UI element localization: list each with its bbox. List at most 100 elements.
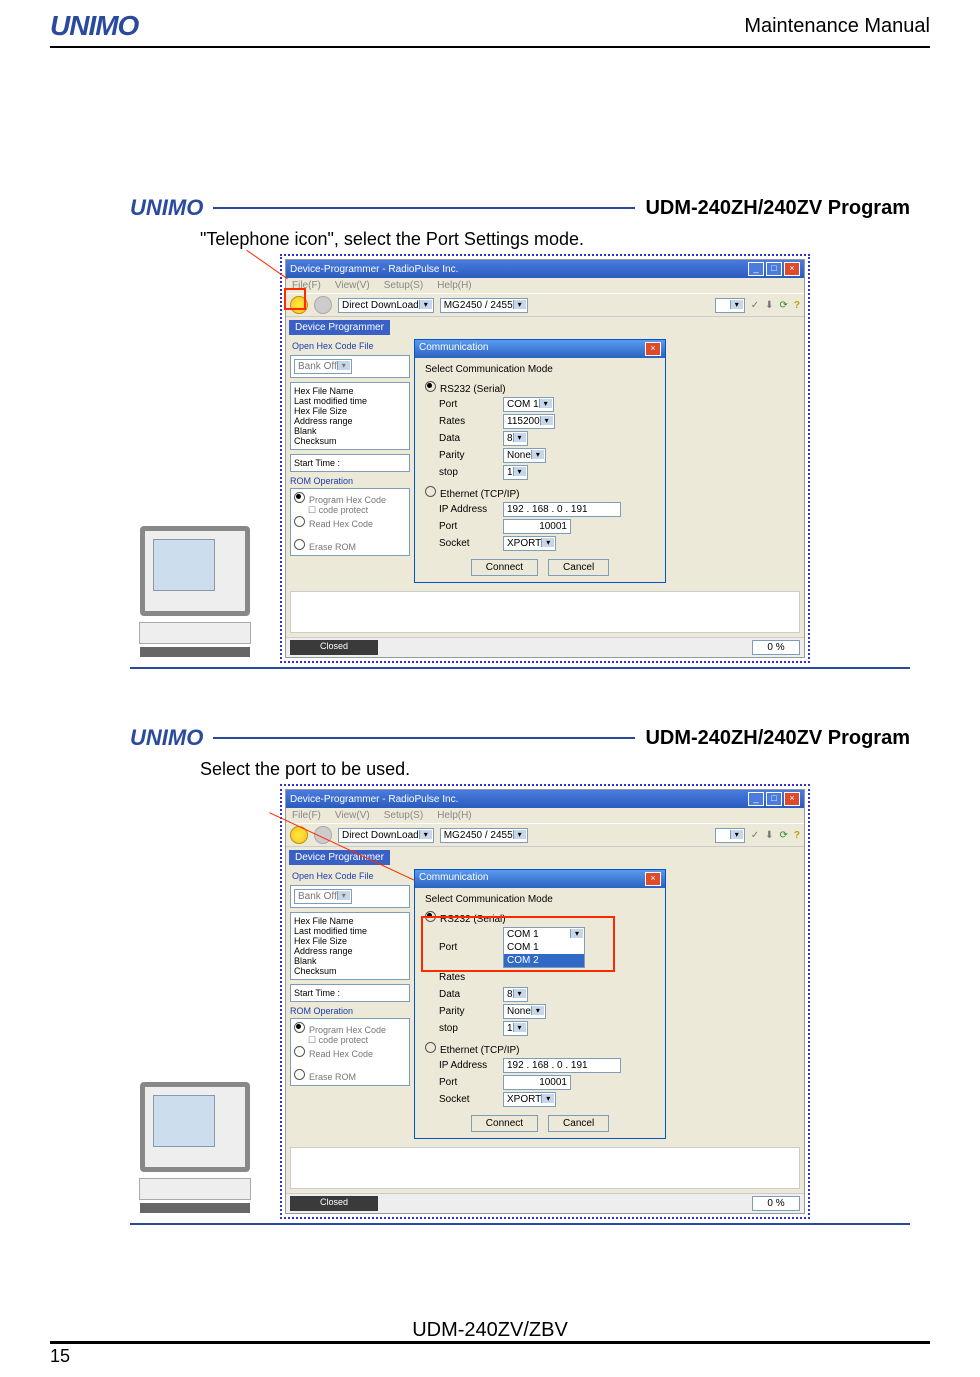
rom-read-2[interactable]: Read Hex Code <box>294 1046 406 1059</box>
eth-radio-2[interactable]: Ethernet (TCP/IP) <box>425 1042 655 1056</box>
ip-input[interactable]: 192 . 168 . 0 . 191 <box>503 502 621 517</box>
rom-erase[interactable]: Erase ROM <box>294 539 406 552</box>
computer-icon <box>130 526 260 657</box>
log-area <box>290 591 800 633</box>
close-button[interactable]: × <box>784 262 800 276</box>
info-blank-2: Blank <box>294 956 406 966</box>
toolbar-check-icon-2[interactable]: ✓ <box>751 830 759 841</box>
comm-title-text-2: Communication <box>419 872 488 886</box>
socket-select-2[interactable]: XPORT <box>503 1092 556 1107</box>
socket-select[interactable]: XPORT <box>503 536 556 551</box>
cancel-button-2[interactable]: Cancel <box>548 1115 609 1132</box>
comm-titlebar-2[interactable]: Communication × <box>415 870 665 888</box>
menu-help[interactable]: Help(H) <box>437 280 471 291</box>
panel-2: UNIMO UDM-240ZH/240ZV Program Select the… <box>130 725 910 1225</box>
menu-file-2[interactable]: File(F) <box>292 810 321 821</box>
rates-select[interactable]: 115200 <box>503 414 555 429</box>
lbl-stop-2: stop <box>439 1023 495 1034</box>
blank-select[interactable] <box>715 298 745 313</box>
tab-device-programmer[interactable]: Device Programmer <box>289 320 390 335</box>
menu-setup[interactable]: Setup(S) <box>384 280 423 291</box>
comm-dialog-2: Communication × Select Communication Mod… <box>414 869 666 1139</box>
status-percent: 0 % <box>752 640 800 655</box>
titlebar-2[interactable]: Device-Programmer - RadioPulse Inc. _ □ … <box>286 790 804 808</box>
toolbar-down-icon[interactable]: ⬇ <box>765 300 773 311</box>
parity-select[interactable]: None <box>503 448 546 463</box>
rom-code-protect-2[interactable]: ☐ code protect <box>308 1035 406 1046</box>
port-select[interactable]: COM 1 <box>503 397 554 412</box>
data-select-2[interactable]: 8 <box>503 987 528 1002</box>
monitor-icon-2 <box>140 1082 250 1172</box>
status-bar: Closed 0 % <box>286 637 804 657</box>
blank-select-2[interactable] <box>715 828 745 843</box>
serial-radio[interactable]: RS232 (Serial) <box>425 381 655 395</box>
screenshot-frame-1: Device-Programmer - RadioPulse Inc. _ □ … <box>280 254 810 663</box>
mode-select[interactable]: Direct DownLoad <box>338 298 434 313</box>
rom-program[interactable]: Program Hex Code <box>294 492 406 505</box>
chip-select-2[interactable]: MG2450 / 2455 <box>440 828 528 843</box>
toolbar-refresh-icon-2[interactable]: ⟳ <box>780 830 788 841</box>
panel-1: UNIMO UDM-240ZH/240ZV Program "Telephone… <box>130 195 910 669</box>
data-select[interactable]: 8 <box>503 431 528 446</box>
toolbar-help-icon[interactable]: ? <box>794 300 800 311</box>
menu-setup-2[interactable]: Setup(S) <box>384 810 423 821</box>
app-window-2: Device-Programmer - RadioPulse Inc. _ □ … <box>285 789 805 1214</box>
toolbar-check-icon[interactable]: ✓ <box>751 300 759 311</box>
eport-input-2[interactable]: 10001 <box>503 1075 571 1090</box>
bank-off-select[interactable]: Bank Off <box>290 355 410 378</box>
rom-program-2[interactable]: Program Hex Code <box>294 1022 406 1035</box>
open-hex-link-2[interactable]: Open Hex Code File <box>292 871 374 881</box>
eport-input[interactable]: 10001 <box>503 519 571 534</box>
cancel-button[interactable]: Cancel <box>548 559 609 576</box>
rom-read[interactable]: Read Hex Code <box>294 516 406 529</box>
minimize-button-2[interactable]: _ <box>748 792 764 806</box>
stop-select-2[interactable]: 1 <box>503 1021 528 1036</box>
close-button-2[interactable]: × <box>784 792 800 806</box>
menu-view[interactable]: View(V) <box>335 280 370 291</box>
titlebar[interactable]: Device-Programmer - RadioPulse Inc. _ □ … <box>286 260 804 278</box>
lbl-parity-2: Parity <box>439 1006 495 1017</box>
keyboard-icon <box>140 647 250 657</box>
toolbar-help-icon-2[interactable]: ? <box>794 830 800 841</box>
hex-info-box: Hex File Name Last modified time Hex Fil… <box>290 382 410 450</box>
panel-rule-2 <box>213 737 635 739</box>
toolbar-down-icon-2[interactable]: ⬇ <box>765 830 773 841</box>
status-closed-2: Closed <box>290 1196 378 1211</box>
parity-select-2[interactable]: None <box>503 1004 546 1019</box>
rom-erase-2[interactable]: Erase ROM <box>294 1069 406 1082</box>
comm-titlebar[interactable]: Communication × <box>415 340 665 358</box>
menu-help-2[interactable]: Help(H) <box>437 810 471 821</box>
panel-logo-1: UNIMO <box>130 195 203 221</box>
comm-close-button-2[interactable]: × <box>645 872 661 886</box>
maximize-button[interactable]: □ <box>766 262 782 276</box>
toolbar-refresh-icon[interactable]: ⟳ <box>780 300 788 311</box>
mode-select-2[interactable]: Direct DownLoad <box>338 828 434 843</box>
toolbar-icon-2[interactable] <box>314 296 332 314</box>
window-buttons-2: _ □ × <box>748 792 800 806</box>
eth-radio[interactable]: Ethernet (TCP/IP) <box>425 486 655 500</box>
stop-select[interactable]: 1 <box>503 465 528 480</box>
comm-buttons: Connect Cancel <box>425 559 655 576</box>
pc-base-icon-2 <box>139 1178 251 1200</box>
chip-select[interactable]: MG2450 / 2455 <box>440 298 528 313</box>
info-modified-2: Last modified time <box>294 926 406 936</box>
comm-close-button[interactable]: × <box>645 342 661 356</box>
menu-view-2[interactable]: View(V) <box>335 810 370 821</box>
connect-button-2[interactable]: Connect <box>471 1115 538 1132</box>
rom-op-box: Program Hex Code ☐ code protect Read Hex… <box>290 488 410 556</box>
footer-model: UDM-240ZV/ZBV <box>0 1319 980 1342</box>
info-modified: Last modified time <box>294 396 406 406</box>
bank-off-select-2[interactable]: Bank Off <box>290 885 410 908</box>
minimize-button[interactable]: _ <box>748 262 764 276</box>
maximize-button-2[interactable]: □ <box>766 792 782 806</box>
monitor-icon <box>140 526 250 616</box>
rom-code-protect[interactable]: ☐ code protect <box>308 505 406 516</box>
document-page: UNIMO Maintenance Manual UNIMO UDM-240ZH… <box>0 0 980 1377</box>
ip-input-2[interactable]: 192 . 168 . 0 . 191 <box>503 1058 621 1073</box>
status-bar-2: Closed 0 % <box>286 1193 804 1213</box>
callout-1: "Telephone icon", select the Port Settin… <box>200 229 910 250</box>
open-hex-link[interactable]: Open Hex Code File <box>292 341 374 351</box>
window-buttons: _ □ × <box>748 262 800 276</box>
connect-button[interactable]: Connect <box>471 559 538 576</box>
info-hex-file-name-2: Hex File Name <box>294 916 406 926</box>
